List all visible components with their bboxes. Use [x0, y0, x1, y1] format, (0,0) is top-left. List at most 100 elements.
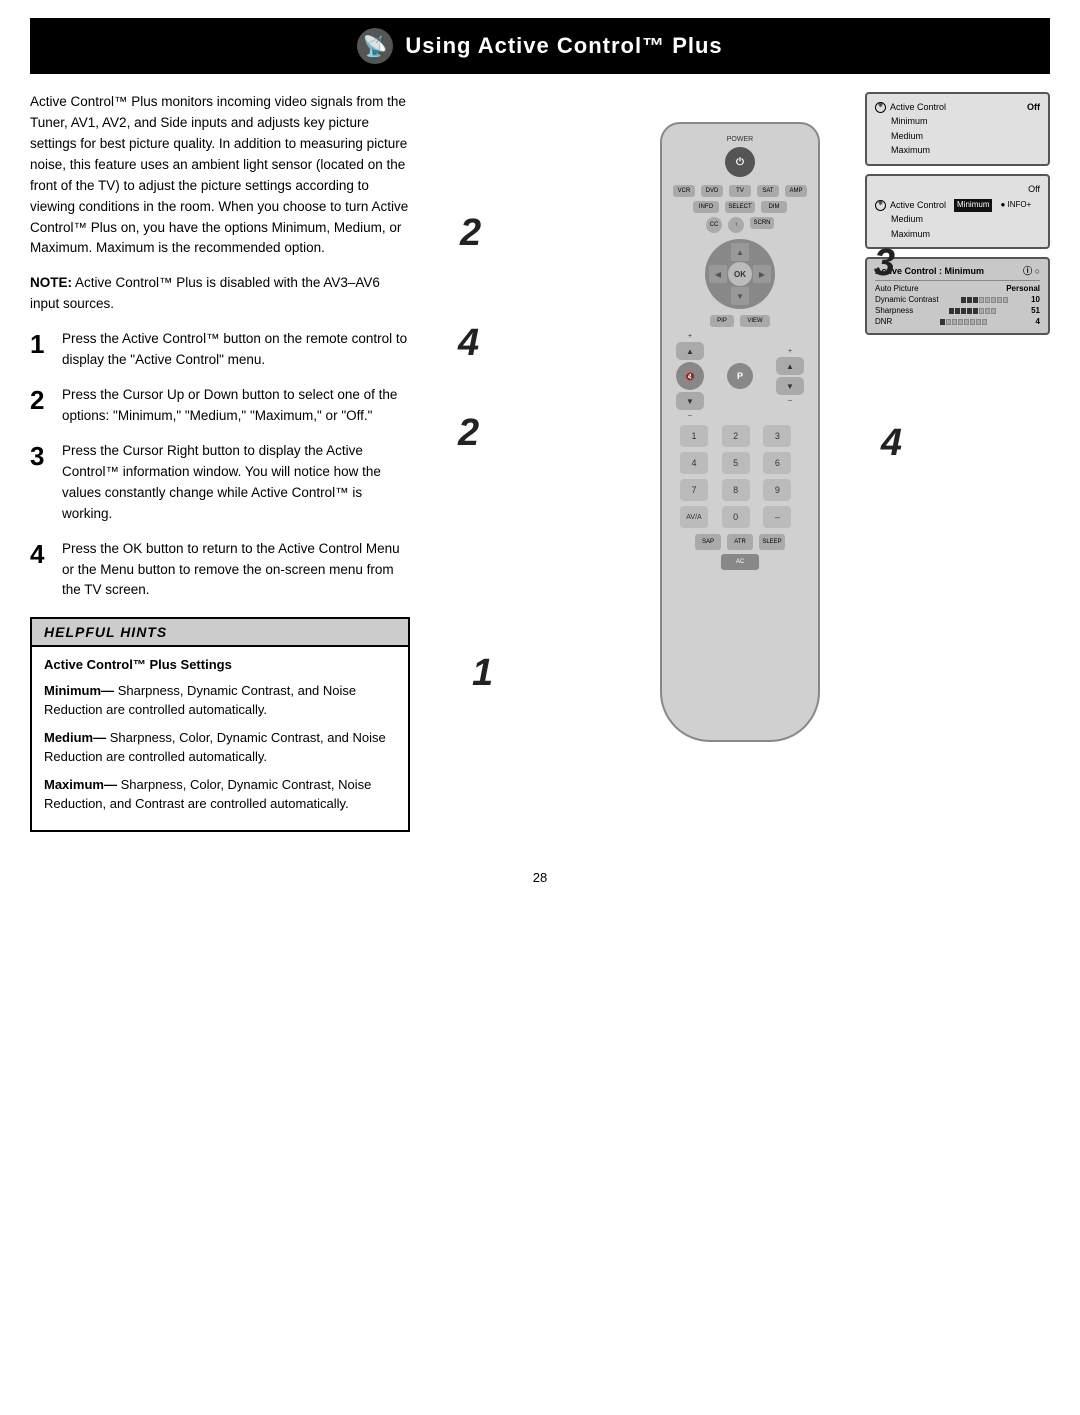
- ac-button[interactable]: AC: [721, 554, 759, 570]
- overlay-2-mid: 2: [458, 412, 479, 455]
- info-row: INFO SELECT DIM: [672, 201, 808, 213]
- sap-button[interactable]: SAP: [695, 534, 721, 550]
- step-3-text: Press the Cursor Right button to display…: [62, 441, 410, 525]
- step-1: 1 Press the Active Control™ button on th…: [30, 329, 410, 371]
- hints-medium-bold: Medium—: [44, 730, 106, 745]
- steps-list: 1 Press the Active Control™ button on th…: [30, 329, 410, 601]
- btn-5[interactable]: 5: [722, 452, 750, 474]
- btn-0[interactable]: 0: [722, 506, 750, 528]
- page-number: 28: [0, 850, 1080, 905]
- step-2-text: Press the Cursor Up or Down button to se…: [62, 385, 410, 427]
- remote-wrapper: 2 3 4 2 4 1 POWER ⏻ VCR DVD TV SAT AMP: [430, 122, 1050, 742]
- step-1-number: 1: [30, 331, 52, 357]
- btn-8[interactable]: 8: [722, 479, 750, 501]
- btn-1[interactable]: 1: [680, 425, 708, 447]
- btn-2[interactable]: 2: [722, 425, 750, 447]
- ch-minus: –: [788, 397, 792, 404]
- ch-plus: +: [788, 348, 792, 355]
- hints-header: Helpful Hints: [32, 619, 408, 647]
- page-num-text: 28: [533, 870, 547, 885]
- screen1-off: Off: [1027, 100, 1040, 114]
- hints-maximum-bold: Maximum—: [44, 777, 117, 792]
- screen-button[interactable]: SCRN: [750, 217, 774, 229]
- p-button[interactable]: P: [727, 363, 753, 389]
- step-3-number: 3: [30, 443, 52, 469]
- vol-up-button[interactable]: ▲: [676, 342, 704, 360]
- hints-title-text: Helpful Hints: [44, 624, 167, 640]
- sat-button[interactable]: SAT: [757, 185, 779, 197]
- cc-row: CC ↑ SCRN: [672, 217, 808, 233]
- sleep-button[interactable]: SLEEP: [759, 534, 785, 550]
- cc-button[interactable]: CC: [706, 217, 722, 233]
- right-column: ❋ Active Control Off Minimum Medium Maxi…: [430, 92, 1050, 832]
- hints-item-minimum: Minimum— Sharpness, Dynamic Contrast, an…: [44, 681, 396, 720]
- overlay-2-top: 2: [460, 212, 481, 255]
- page-title: Using Active Control™ Plus: [405, 33, 722, 59]
- hints-section-title: Active Control™ Plus Settings: [44, 655, 396, 675]
- note-text: NOTE: Active Control™ Plus is disabled w…: [30, 273, 410, 315]
- main-content: Active Control™ Plus monitors incoming v…: [0, 74, 1080, 850]
- btn-ava[interactable]: AV/A: [680, 506, 708, 528]
- btn-6[interactable]: 6: [763, 452, 791, 474]
- dpad-down[interactable]: ▼: [731, 287, 749, 305]
- remote-control: POWER ⏻ VCR DVD TV SAT AMP INFO SELECT D…: [660, 122, 820, 742]
- dwr-button[interactable]: ↑: [728, 217, 744, 233]
- info-button[interactable]: INFO: [693, 201, 719, 213]
- page-header: 📡 Using Active Control™ Plus: [30, 18, 1050, 74]
- dpad-left[interactable]: ◀: [709, 265, 727, 283]
- step-3: 3 Press the Cursor Right button to displ…: [30, 441, 410, 525]
- dpad-right[interactable]: ▶: [753, 265, 771, 283]
- vol-ch-row: + ▲ 🔇 ▼ – P + ▲ ▼ –: [676, 333, 804, 419]
- d-pad: ▲ ▼ ◀ ▶ OK: [705, 239, 775, 309]
- step-2: 2 Press the Cursor Up or Down button to …: [30, 385, 410, 427]
- btn-4[interactable]: 4: [680, 452, 708, 474]
- dpad-up[interactable]: ▲: [731, 243, 749, 261]
- ch-up-button[interactable]: ▲: [776, 357, 804, 375]
- ok-button[interactable]: OK: [728, 262, 752, 286]
- mute-button[interactable]: 🔇: [676, 362, 704, 390]
- screen1-icon: ❋: [875, 102, 886, 113]
- dim-button[interactable]: DIM: [761, 201, 787, 213]
- hints-item-maximum: Maximum— Sharpness, Color, Dynamic Contr…: [44, 775, 396, 814]
- step-2-number: 2: [30, 387, 52, 413]
- step-1-text: Press the Active Control™ button on the …: [62, 329, 410, 371]
- hints-body: Active Control™ Plus Settings Minimum— S…: [32, 647, 408, 830]
- btn-dash[interactable]: –: [763, 506, 791, 528]
- btn-3[interactable]: 3: [763, 425, 791, 447]
- ch-down-button[interactable]: ▼: [776, 377, 804, 395]
- helpful-hints-box: Helpful Hints Active Control™ Plus Setti…: [30, 617, 410, 832]
- btn-7[interactable]: 7: [680, 479, 708, 501]
- step-4: 4 Press the OK button to return to the A…: [30, 539, 410, 602]
- overlay-4-right: 4: [881, 422, 902, 465]
- btn-9[interactable]: 9: [763, 479, 791, 501]
- power-button[interactable]: ⏻: [725, 147, 755, 177]
- overlay-4-mid: 4: [458, 322, 479, 365]
- source-buttons-row: VCR DVD TV SAT AMP: [672, 185, 808, 197]
- step-4-text: Press the OK button to return to the Act…: [62, 539, 410, 602]
- vol-label: +: [688, 333, 692, 340]
- ch-group: + ▲ ▼ –: [776, 348, 804, 404]
- vcr-button[interactable]: VCR: [673, 185, 695, 197]
- number-pad: 1 2 3 4 5 6 7 8 9 AV/A 0 –: [680, 425, 800, 528]
- step-4-number: 4: [30, 541, 52, 567]
- pip-row: PIP VIEW: [672, 315, 808, 327]
- note-content: Active Control™ Plus is disabled with th…: [30, 275, 380, 311]
- note-bold: NOTE:: [30, 275, 72, 290]
- hints-item-medium: Medium— Sharpness, Color, Dynamic Contra…: [44, 728, 396, 767]
- vol-down-button[interactable]: ▼: [676, 392, 704, 410]
- pip-button[interactable]: PIP: [710, 315, 734, 327]
- amp-button[interactable]: AMP: [785, 185, 807, 197]
- screen1-row1: ❋ Active Control Off: [875, 100, 1040, 114]
- atr-button[interactable]: ATR: [727, 534, 753, 550]
- left-column: Active Control™ Plus monitors incoming v…: [30, 92, 410, 832]
- remote-icon: 📡: [357, 28, 393, 64]
- overlay-3: 3: [874, 242, 895, 285]
- tv-button[interactable]: TV: [729, 185, 751, 197]
- select-button[interactable]: SELECT: [725, 201, 755, 213]
- view-button[interactable]: VIEW: [740, 315, 770, 327]
- dpad-circle: ▲ ▼ ◀ ▶ OK: [705, 239, 775, 309]
- bottom-buttons-2: AC: [672, 554, 808, 570]
- overlay-1-bottom: 1: [472, 652, 493, 695]
- dvd-button[interactable]: DVD: [701, 185, 723, 197]
- vol-group: + ▲ 🔇 ▼ –: [676, 333, 704, 419]
